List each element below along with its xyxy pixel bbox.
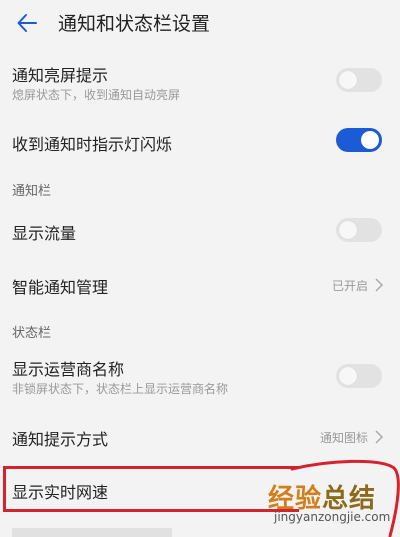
- settings-page: 通知和状态栏设置 通知亮屏提示 熄屏状态下，收到通知自动亮屏 收到通知时指示灯闪…: [0, 0, 400, 537]
- show-traffic-title: 显示流量: [12, 224, 77, 243]
- carrier-name-row[interactable]: 显示运营商名称 非锁屏状态下，状态栏上显示运营商名称: [0, 352, 400, 402]
- header: 通知和状态栏设置: [0, 0, 400, 46]
- indicator-light-row[interactable]: 收到通知时指示灯闪烁: [0, 122, 400, 162]
- arrow-left-icon: [17, 14, 37, 32]
- partial-row-title-fragment: [12, 528, 172, 537]
- section-status-bar: 状态栏: [12, 326, 52, 341]
- toggle-knob: [339, 221, 357, 239]
- page-title: 通知和状态栏设置: [58, 13, 211, 35]
- watermark: 经验总结 jingyanzongjie.com: [232, 478, 398, 536]
- smart-notification-row[interactable]: 智能通知管理 已开启: [0, 266, 400, 306]
- notify-style-row[interactable]: 通知提示方式 通知图标: [0, 418, 400, 458]
- carrier-name-subtitle: 非锁屏状态下，状态栏上显示运营商名称: [12, 382, 229, 396]
- smart-notification-value: 已开启: [331, 279, 368, 293]
- smart-notification-title: 智能通知管理: [12, 278, 109, 297]
- chevron-right-icon: [375, 430, 384, 444]
- chevron-right-icon: [375, 278, 384, 292]
- show-traffic-row[interactable]: 显示流量: [0, 212, 400, 252]
- section-notification-bar: 通知栏: [12, 184, 52, 199]
- notify-style-title: 通知提示方式: [12, 430, 109, 449]
- wake-screen-row[interactable]: 通知亮屏提示 熄屏状态下，收到通知自动亮屏: [0, 58, 400, 108]
- wake-screen-title: 通知亮屏提示: [12, 66, 109, 85]
- watermark-url: jingyanzongjie.com: [274, 510, 391, 524]
- toggle-knob: [339, 71, 357, 89]
- carrier-name-toggle[interactable]: [336, 364, 382, 388]
- notify-style-value: 通知图标: [319, 431, 368, 445]
- toggle-knob: [339, 367, 357, 385]
- carrier-name-title: 显示运营商名称: [12, 360, 125, 379]
- indicator-light-title: 收到通知时指示灯闪烁: [12, 135, 173, 154]
- wake-screen-toggle[interactable]: [336, 68, 382, 92]
- toggle-knob: [361, 131, 379, 149]
- back-button[interactable]: [14, 10, 40, 36]
- show-traffic-toggle[interactable]: [336, 218, 382, 242]
- indicator-light-toggle[interactable]: [336, 128, 382, 152]
- wake-screen-subtitle: 熄屏状态下，收到通知自动亮屏: [12, 88, 181, 102]
